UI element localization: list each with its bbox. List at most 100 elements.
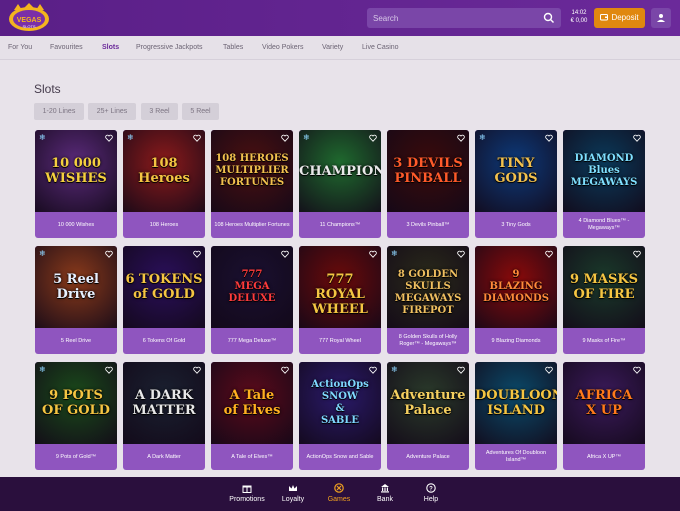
game-card[interactable]: A DARK MATTER A Dark Matter [123,362,205,470]
game-art-title: A DARK MATTER [132,388,196,418]
game-thumbnail[interactable]: 8 GOLDEN SKULLS MEGAWAYS FIREPOT ❄ [387,246,469,328]
snowflake-icon: ❄ [39,365,46,374]
game-thumbnail[interactable]: AFRICA X UP [563,362,645,444]
game-thumbnail[interactable]: ActionOps SNOW & SABLE [299,362,381,444]
heart-icon[interactable] [545,366,553,374]
game-thumbnail[interactable]: 777 ROYAL WHEEL [299,246,381,328]
heart-icon[interactable] [105,250,113,258]
game-art-title: ActionOps SNOW & SABLE [311,379,369,426]
heart-icon[interactable] [369,366,377,374]
nav-item-variety[interactable]: Variety [322,44,343,51]
heart-icon[interactable] [193,250,201,258]
search-icon[interactable] [543,12,555,24]
game-thumbnail[interactable]: 9 BLAZING DIAMONDS [475,246,557,328]
bottom-nav-help[interactable]: ? Help [408,483,454,503]
heart-icon[interactable] [193,366,201,374]
game-thumbnail[interactable]: 6 TOKENS of GOLD [123,246,205,328]
game-card[interactable]: 108 Heroes ❄ 108 Heroes [123,130,205,238]
nav-item-slots[interactable]: Slots [102,44,119,51]
search-box[interactable] [367,8,561,28]
game-title: 5 Reel Drive [60,337,92,344]
game-thumbnail[interactable]: 3 DEVILS PINBALL [387,130,469,212]
game-thumbnail[interactable]: TINY GODS ❄ [475,130,557,212]
heart-icon[interactable] [457,134,465,142]
game-thumbnail[interactable]: A Tale of Elves [211,362,293,444]
game-card[interactable]: DOUBLOON ISLAND Adventures Of Doubloon Is… [475,362,557,470]
game-card[interactable]: 5 Reel Drive ❄ 5 Reel Drive [35,246,117,354]
search-input[interactable] [373,11,533,25]
heart-icon[interactable] [105,366,113,374]
heart-icon[interactable] [457,250,465,258]
bottom-nav-bank[interactable]: Bank [362,483,408,503]
filter-chip[interactable]: 1-20 Lines [34,103,84,120]
nav-item-favourites[interactable]: Favourites [50,44,83,51]
bottom-nav-promotions[interactable]: Promotions [224,483,270,503]
game-thumbnail[interactable]: 9 POTS OF GOLD ❄ [35,362,117,444]
deposit-button[interactable]: Deposit [594,8,645,28]
game-art-title: TINY GODS [494,156,538,186]
game-card[interactable]: A Tale of Elves A Tale of Elves™ [211,362,293,470]
game-card[interactable]: ActionOps SNOW & SABLE ActionOps Snow and… [299,362,381,470]
game-thumbnail[interactable]: CHAMPIONS ❄ [299,130,381,212]
game-thumbnail[interactable]: 108 Heroes ❄ [123,130,205,212]
game-art-title: 777 MEGA DELUXE [228,269,276,304]
nav-item-tables[interactable]: Tables [223,44,243,51]
filter-chip[interactable]: 5 Reel [182,103,219,120]
bottom-nav-label: Bank [377,496,393,503]
game-title: 9 Masks of Fire™ [582,337,626,344]
game-thumbnail[interactable]: 10 000 WISHES ❄ [35,130,117,212]
game-thumbnail[interactable]: 777 MEGA DELUXE [211,246,293,328]
heart-icon[interactable] [369,250,377,258]
game-card[interactable]: 108 HEROES MULTIPLIER FORTUNES 108 Heroes… [211,130,293,238]
filter-chip[interactable]: 3 Reel [141,103,178,120]
game-card[interactable]: 9 BLAZING DIAMONDS 9 Blazing Diamonds [475,246,557,354]
nav-item-video-pokers[interactable]: Video Pokers [262,44,304,51]
game-card[interactable]: 777 ROYAL WHEEL 777 Royal Wheel [299,246,381,354]
bottom-nav-games[interactable]: Games [316,483,362,503]
game-card[interactable]: 9 MASKS OF FIRE 9 Masks of Fire™ [563,246,645,354]
heart-icon[interactable] [633,250,641,258]
game-art-title: 5 Reel Drive [53,272,99,302]
game-title: 3 Tiny Gods [501,221,531,228]
profile-button[interactable] [651,8,671,28]
game-thumbnail[interactable]: 5 Reel Drive ❄ [35,246,117,328]
heart-icon[interactable] [545,134,553,142]
heart-icon[interactable] [633,134,641,142]
filter-chip[interactable]: 25+ Lines [88,103,136,120]
nav-item-live-casino[interactable]: Live Casino [362,44,399,51]
heart-icon[interactable] [633,366,641,374]
game-card[interactable]: 6 TOKENS of GOLD 6 Tokens Of Gold [123,246,205,354]
game-title: 9 Blazing Diamonds [491,337,541,344]
game-card[interactable]: 9 POTS OF GOLD ❄ 9 Pots of Gold™ [35,362,117,470]
game-thumbnail[interactable]: A DARK MATTER [123,362,205,444]
game-title: 777 Mega Deluxe™ [227,337,277,344]
nav-item-progressive-jackpots[interactable]: Progressive Jackpots [136,44,203,51]
game-card[interactable]: AFRICA X UP Africa X UP™ [563,362,645,470]
game-art-title: 8 GOLDEN SKULLS MEGAWAYS FIREPOT [394,269,462,316]
heart-icon[interactable] [105,134,113,142]
heart-icon[interactable] [281,250,289,258]
game-thumbnail[interactable]: 108 HEROES MULTIPLIER FORTUNES [211,130,293,212]
game-card[interactable]: 777 MEGA DELUXE 777 Mega Deluxe™ [211,246,293,354]
heart-icon[interactable] [369,134,377,142]
game-thumbnail[interactable]: 9 MASKS OF FIRE [563,246,645,328]
site-logo[interactable]: VEGAS SLOTS [6,2,52,34]
heart-icon[interactable] [545,250,553,258]
heart-icon[interactable] [457,366,465,374]
game-card[interactable]: 10 000 WISHES ❄ 10 000 Wishes [35,130,117,238]
game-card[interactable]: 3 DEVILS PINBALL 3 Devils Pinball™ [387,130,469,238]
heart-icon[interactable] [281,366,289,374]
game-thumbnail[interactable]: DIAMOND Blues MEGAWAYS [563,130,645,212]
game-thumbnail[interactable]: Adventure Palace ❄ [387,362,469,444]
heart-icon[interactable] [281,134,289,142]
bottom-nav-loyalty[interactable]: Loyalty [270,483,316,503]
game-card[interactable]: DIAMOND Blues MEGAWAYS 4 Diamond Blues™ -… [563,130,645,238]
game-card[interactable]: Adventure Palace ❄ Adventure Palace [387,362,469,470]
game-card[interactable]: 8 GOLDEN SKULLS MEGAWAYS FIREPOT ❄ 8 Golde… [387,246,469,354]
nav-item-for-you[interactable]: For You [8,44,32,51]
game-card[interactable]: TINY GODS ❄ 3 Tiny Gods [475,130,557,238]
game-thumbnail[interactable]: DOUBLOON ISLAND [475,362,557,444]
heart-icon[interactable] [193,134,201,142]
game-card[interactable]: CHAMPIONS ❄ 11 Champions™ [299,130,381,238]
game-title: 777 Royal Wheel [319,337,361,344]
